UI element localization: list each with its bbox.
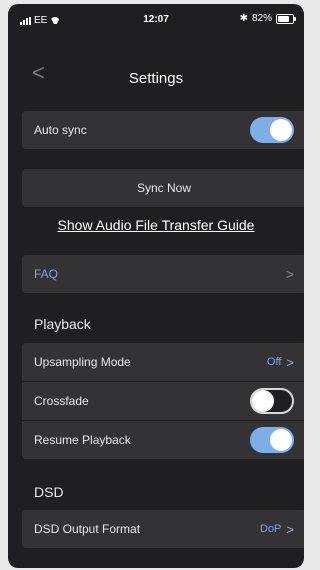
toggle-knob bbox=[270, 429, 292, 451]
resume-playback-row: Resume Playback bbox=[22, 421, 304, 459]
upsampling-mode-row[interactable]: Upsampling Mode Off > bbox=[22, 343, 304, 381]
faq-row[interactable]: FAQ > bbox=[22, 255, 304, 293]
playback-heading: Playback bbox=[34, 316, 91, 332]
auto-sync-row: Auto sync bbox=[22, 111, 304, 149]
auto-sync-toggle[interactable] bbox=[250, 117, 294, 143]
upsampling-value-group: Off > bbox=[267, 355, 294, 370]
dsd-output-format-value: DoP bbox=[260, 523, 282, 535]
crossfade-label: Crossfade bbox=[34, 394, 89, 408]
status-bar: EE 12:07 ✱ 82% bbox=[8, 4, 304, 26]
sync-now-label: Sync Now bbox=[136, 181, 192, 195]
dsd-heading: DSD bbox=[34, 484, 64, 500]
auto-sync-label: Auto sync bbox=[34, 123, 87, 137]
dsd-value-group: DoP > bbox=[260, 522, 294, 537]
upsampling-mode-value: Off bbox=[266, 356, 282, 368]
crossfade-toggle[interactable] bbox=[250, 388, 294, 414]
battery-icon bbox=[276, 13, 296, 24]
battery-percent: 82% bbox=[251, 13, 272, 24]
status-right: ✱ 82% bbox=[239, 13, 296, 24]
faq-label: FAQ bbox=[34, 267, 59, 281]
dsd-output-format-label: DSD Output Format bbox=[34, 522, 141, 536]
settings-screen: EE 12:07 ✱ 82% < Settings Auto sync Sync… bbox=[8, 4, 304, 568]
crossfade-row: Crossfade bbox=[22, 382, 304, 420]
chevron-right-icon: > bbox=[285, 266, 294, 282]
sync-now-button[interactable]: Sync Now bbox=[22, 169, 304, 207]
chevron-right-icon: > bbox=[286, 521, 294, 537]
toggle-knob bbox=[252, 390, 274, 412]
resume-playback-toggle[interactable] bbox=[250, 427, 294, 453]
dsd-output-format-row[interactable]: DSD Output Format DoP > bbox=[22, 510, 304, 548]
bluetooth-icon: ✱ bbox=[239, 13, 248, 24]
chevron-right-icon: > bbox=[286, 354, 294, 370]
page-title: Settings bbox=[128, 70, 184, 87]
upsampling-mode-label: Upsampling Mode bbox=[34, 355, 131, 369]
transfer-guide-link[interactable]: Show Audio File Transfer Guide bbox=[8, 217, 304, 233]
resume-playback-label: Resume Playback bbox=[34, 433, 131, 447]
toggle-knob bbox=[270, 119, 292, 141]
